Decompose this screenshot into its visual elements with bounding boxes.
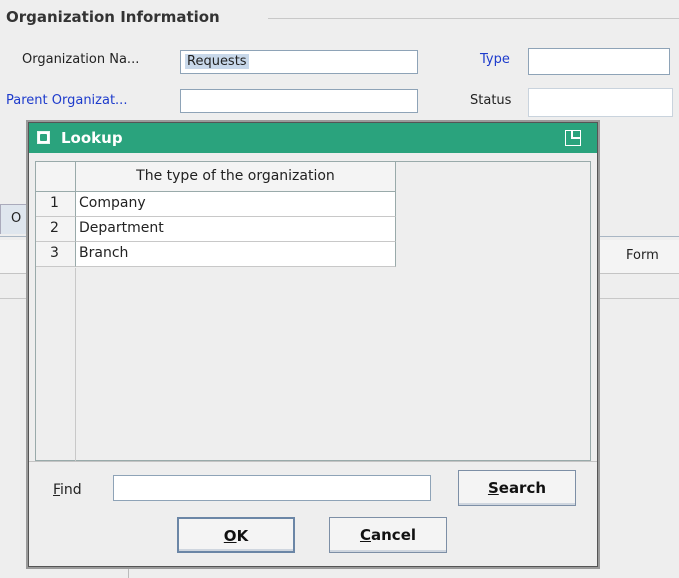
parent-org-label[interactable]: Parent Organizat...: [6, 93, 127, 108]
row-number-divider: [75, 268, 76, 462]
status-label: Status: [470, 93, 512, 108]
find-label-text: ind: [60, 482, 82, 498]
dialog-separator: [29, 461, 597, 462]
dialog-title: Lookup: [61, 129, 123, 147]
search-mnemonic: S: [487, 479, 499, 497]
org-name-field[interactable]: Requests: [180, 50, 418, 74]
find-mnemonic: F: [53, 482, 61, 498]
find-label: Find: [53, 482, 82, 498]
table-row[interactable]: Company: [76, 192, 396, 217]
type-field[interactable]: [528, 48, 670, 75]
status-field[interactable]: [528, 88, 673, 117]
ok-mnemonic: O: [223, 527, 237, 545]
type-label[interactable]: Type: [480, 52, 510, 67]
parent-org-field[interactable]: [180, 89, 418, 113]
group-title: Organization Information: [6, 8, 220, 26]
row-number: 2: [36, 217, 76, 242]
org-name-value: Requests: [185, 54, 249, 69]
column-header-form[interactable]: Form: [595, 240, 679, 274]
dialog-titlebar[interactable]: Lookup: [29, 123, 597, 153]
ok-button[interactable]: OK: [177, 517, 295, 553]
lookup-table: The type of the organization 1 Company 2…: [35, 161, 591, 462]
lookup-dialog: Lookup The type of the organization 1 Co…: [28, 122, 598, 567]
cancel-label: ancel: [371, 526, 417, 544]
table-row[interactable]: Branch: [76, 242, 396, 267]
row-number: 3: [36, 242, 76, 267]
row-number: 1: [36, 192, 76, 217]
maximize-icon[interactable]: [565, 130, 581, 146]
find-input[interactable]: [113, 475, 431, 501]
table-corner: [36, 162, 76, 192]
ok-label: K: [236, 527, 249, 545]
window-icon: [37, 131, 50, 144]
org-name-label: Organization Na...: [22, 52, 140, 67]
cancel-mnemonic: C: [359, 526, 371, 544]
cancel-button[interactable]: Cancel: [329, 517, 447, 553]
group-divider: [268, 18, 679, 19]
search-label: earch: [498, 479, 547, 497]
search-button[interactable]: Search: [458, 470, 576, 506]
column-header-type[interactable]: The type of the organization: [76, 162, 396, 192]
table-row[interactable]: Department: [76, 217, 396, 242]
